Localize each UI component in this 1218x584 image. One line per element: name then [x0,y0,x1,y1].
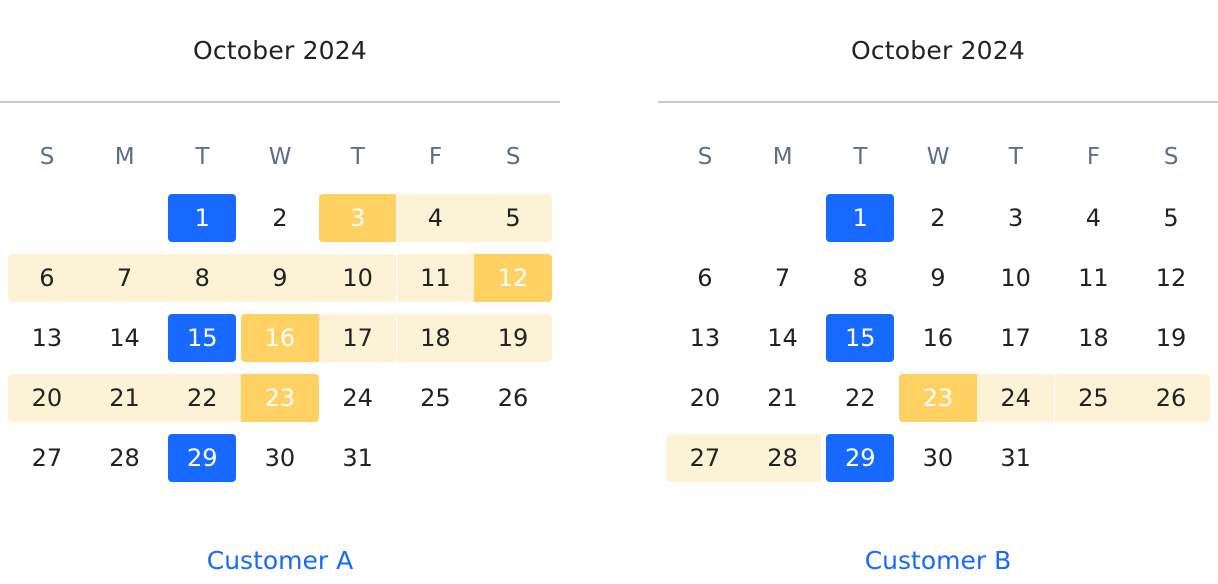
day-cell-14[interactable]: 14 [86,314,164,362]
day-cell-15[interactable]: 15 [826,314,895,362]
day-cell-26[interactable]: 26 [474,374,552,422]
day-cell-21[interactable]: 21 [85,374,164,422]
weekday-header: S [1163,144,1179,170]
day-cell-13[interactable]: 13 [666,314,744,362]
day-cell-25[interactable]: 25 [397,374,475,422]
day-cell-8[interactable]: 8 [163,254,242,302]
day-cell-12[interactable]: 12 [474,254,552,302]
day-cell-7[interactable]: 7 [85,254,164,302]
day-cell-17[interactable]: 17 [977,314,1055,362]
day-cell-28[interactable]: 28 [86,434,164,482]
day-cell-20[interactable]: 20 [666,374,744,422]
calendar-customer-b: October 2024 S M T W T F S 1 2 3 4 5 6 7 8 9 10 11 12 13 14 1… [658,0,1218,584]
day-cell-4[interactable]: 4 [1055,194,1133,242]
weekday-header: F [1086,144,1101,170]
weekday-header: T [853,144,868,170]
day-cell-18[interactable]: 18 [396,314,475,362]
day-cell-4[interactable]: 4 [396,194,475,242]
calendar-customer-a: October 2024 S M T W T F S 1 2 3 4 5 6 7 8 9 10 11 12 13 14 1… [0,0,560,584]
day-cell-31[interactable]: 31 [977,434,1055,482]
day-cell-1[interactable]: 1 [826,194,895,242]
day-cell-9[interactable]: 9 [241,254,319,302]
weekday-header: T [1008,144,1023,170]
weekday-header: W [268,144,292,170]
day-cell-30[interactable]: 30 [241,434,319,482]
weekday-header: S [697,144,713,170]
day-cell-6[interactable]: 6 [8,254,86,302]
day-cell-23[interactable]: 23 [241,374,319,422]
day-cell-12[interactable]: 12 [1132,254,1210,302]
day-cell-27[interactable]: 27 [666,434,744,482]
day-cell-13[interactable]: 13 [8,314,86,362]
day-cell-2[interactable]: 2 [899,194,977,242]
day-cell-9[interactable]: 9 [899,254,977,302]
day-cell-2[interactable]: 2 [241,194,319,242]
day-cell-30[interactable]: 30 [899,434,977,482]
header-divider [658,101,1218,103]
day-cell-18[interactable]: 18 [1055,314,1133,362]
weekday-header: S [39,144,55,170]
day-cell-3[interactable]: 3 [977,194,1055,242]
day-cell-17[interactable]: 17 [318,314,397,362]
day-cell-22[interactable]: 22 [821,374,899,422]
weekday-header: M [772,144,793,170]
day-cell-14[interactable]: 14 [744,314,822,362]
customer-b-link[interactable]: Customer B [658,546,1218,575]
day-cell-25[interactable]: 25 [1054,374,1133,422]
weekday-header: W [926,144,950,170]
day-cell-24[interactable]: 24 [319,374,397,422]
weekday-header: F [428,144,443,170]
day-cell-24[interactable]: 24 [976,374,1055,422]
month-title: October 2024 [850,36,1026,65]
day-cell-8[interactable]: 8 [821,254,899,302]
day-cell-16[interactable]: 16 [241,314,319,362]
day-cell-31[interactable]: 31 [319,434,397,482]
month-title: October 2024 [192,36,368,65]
day-cell-10[interactable]: 10 [977,254,1055,302]
day-cell-28[interactable]: 28 [743,434,822,482]
day-cell-11[interactable]: 11 [1055,254,1133,302]
day-cell-7[interactable]: 7 [744,254,822,302]
day-cell-11[interactable]: 11 [396,254,475,302]
weekday-header: T [195,144,210,170]
header-divider [0,101,560,103]
customer-a-link[interactable]: Customer A [0,546,560,575]
day-cell-26[interactable]: 26 [1132,374,1210,422]
day-cell-5[interactable]: 5 [474,194,552,242]
day-cell-10[interactable]: 10 [318,254,397,302]
day-cell-29[interactable]: 29 [826,434,895,482]
day-cell-29[interactable]: 29 [168,434,237,482]
day-cell-23[interactable]: 23 [899,374,977,422]
day-cell-3[interactable]: 3 [318,194,397,242]
day-cell-16[interactable]: 16 [899,314,977,362]
day-cell-15[interactable]: 15 [168,314,237,362]
weekday-header: T [350,144,365,170]
weekday-header: M [114,144,135,170]
day-cell-20[interactable]: 20 [8,374,86,422]
day-cell-27[interactable]: 27 [8,434,86,482]
weekday-header: S [505,144,521,170]
day-cell-1[interactable]: 1 [168,194,237,242]
day-cell-21[interactable]: 21 [744,374,822,422]
day-cell-19[interactable]: 19 [1132,314,1210,362]
day-cell-5[interactable]: 5 [1132,194,1210,242]
day-cell-6[interactable]: 6 [666,254,744,302]
day-cell-19[interactable]: 19 [474,314,552,362]
day-cell-22[interactable]: 22 [163,374,242,422]
